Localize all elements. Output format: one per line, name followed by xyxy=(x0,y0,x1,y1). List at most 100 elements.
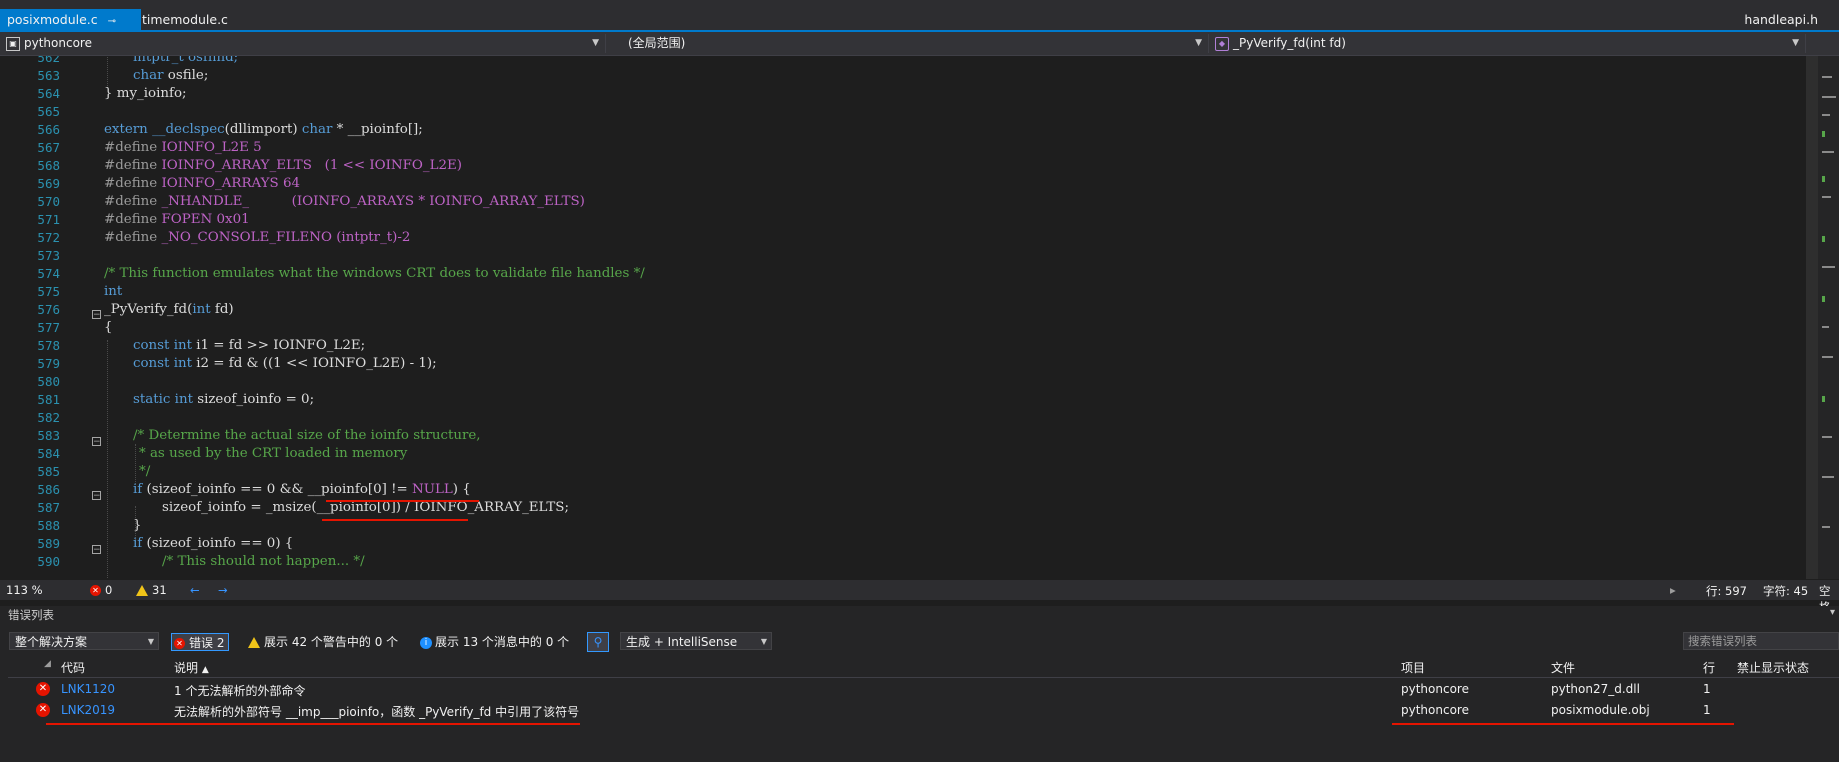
errors-filter-label: 错误 2 xyxy=(189,636,225,650)
errors-filter-button[interactable]: ✕ 错误 2 xyxy=(171,633,230,651)
navigate-forward-icon[interactable]: → xyxy=(218,583,228,597)
minimap-line xyxy=(1822,196,1831,198)
code-token: /* Determine the actual size of the ioin… xyxy=(133,428,481,443)
code-token: #define xyxy=(104,212,158,227)
messages-filter-label: 展示 13 个消息中的 0 个 xyxy=(435,635,570,649)
code-line-572: #define _NO_CONSOLE_FILENO (intptr_t)-2 xyxy=(104,230,410,245)
build-filter-dropdown[interactable]: 生成 + IntelliSense ▼ xyxy=(620,632,772,650)
code-token: __declspec xyxy=(152,122,225,137)
error-code[interactable]: LNK2019 xyxy=(61,703,115,717)
minimap-line xyxy=(1822,266,1835,268)
tab-posixmodule[interactable]: posixmodule.c ⊸ ✕ xyxy=(0,9,141,50)
fold-collapse-icon[interactable]: − xyxy=(92,545,101,555)
minimap-line xyxy=(1822,96,1836,98)
error-icon: ✕ xyxy=(36,703,50,717)
line-number: 590 xyxy=(37,554,60,569)
code-token: { xyxy=(104,320,113,335)
line-number: 579 xyxy=(37,356,60,371)
column-header-file[interactable]: 文件 xyxy=(1551,659,1575,676)
warning-count-value: 31 xyxy=(152,583,167,597)
code-token: /* This function emulates what the windo… xyxy=(104,266,645,281)
line-number: 562 xyxy=(37,56,60,65)
column-header-line[interactable]: 行 xyxy=(1703,659,1715,676)
fold-collapse-icon[interactable]: − xyxy=(92,437,101,447)
code-token: */ xyxy=(139,464,151,479)
minimap-line xyxy=(1822,114,1830,116)
code-token: (IOINFO_ARRAYS * IOINFO_ARRAY_ELTS) xyxy=(291,194,585,209)
function-icon: ◆ xyxy=(1215,36,1229,51)
error-code[interactable]: LNK1120 xyxy=(61,682,115,696)
line-number: 568 xyxy=(37,158,60,173)
code-token: (dllimport) xyxy=(224,122,298,137)
code-editor[interactable]: 562 563 564 565 566 567 568 569 570 571 572 573 574 5… xyxy=(0,56,1839,579)
panel-menu-icon[interactable]: ▾ xyxy=(1830,607,1835,618)
fold-collapse-icon[interactable]: − xyxy=(92,310,101,320)
minimap-line xyxy=(1822,436,1832,438)
minimap-line xyxy=(1822,476,1834,478)
minimap-marker xyxy=(1822,296,1825,302)
code-token: char xyxy=(133,68,164,83)
error-icon: ✕ xyxy=(174,638,185,649)
error-icon: ✕ xyxy=(90,585,101,596)
chevron-down-icon: ▼ xyxy=(760,637,767,646)
search-error-list-input[interactable]: 搜索错误列表 xyxy=(1683,632,1839,650)
scope-dropdown[interactable]: (全局范围) ▼ xyxy=(606,34,1209,53)
error-project: pythoncore xyxy=(1401,682,1469,696)
line-number: 581 xyxy=(37,392,60,407)
code-token: const int xyxy=(133,338,192,353)
code-token: int xyxy=(104,284,123,299)
warning-icon xyxy=(248,637,260,648)
code-line-579: const int i2 = fd & ((1 << IOINFO_L2E) -… xyxy=(133,356,437,371)
code-line-584: * as used by the CRT loaded in memory xyxy=(139,446,407,461)
error-count[interactable]: ✕ 0 xyxy=(90,583,112,597)
warnings-filter-label: 展示 42 个警告中的 0 个 xyxy=(264,635,399,649)
messages-filter-button[interactable]: i 展示 13 个消息中的 0 个 xyxy=(420,633,569,651)
error-file: posixmodule.obj xyxy=(1551,703,1650,717)
error-line: 1 xyxy=(1703,682,1711,696)
code-line-586: if (sizeof_ioinfo == 0 && __pioinfo[0] !… xyxy=(133,482,471,497)
column-header-description[interactable]: 说明 ▲ xyxy=(174,659,209,676)
code-line-588: } xyxy=(133,518,142,533)
code-token: extern xyxy=(104,122,148,137)
warnings-filter-button[interactable]: 展示 42 个警告中的 0 个 xyxy=(248,633,398,651)
code-line-563: char osfile; xyxy=(133,68,208,83)
line-number: 570 xyxy=(37,194,60,209)
code-token: #define xyxy=(104,140,158,155)
scroll-right-icon[interactable]: ▸ xyxy=(1670,583,1676,597)
annotation-underline xyxy=(322,519,468,521)
error-description: 无法解析的外部符号 __imp___pioinfo，函数 _PyVerify_f… xyxy=(174,705,580,719)
chevron-down-icon: ▼ xyxy=(1195,38,1202,48)
code-token: i1 = fd >> IOINFO_L2E; xyxy=(191,338,366,353)
char-indicator: 字符: 45 xyxy=(1763,584,1809,598)
chevron-down-icon: ▼ xyxy=(592,38,599,48)
sort-corner-icon[interactable]: ◢ xyxy=(44,659,51,669)
zoom-level[interactable]: 113 % xyxy=(6,583,43,597)
code-token: _PyVerify_fd xyxy=(104,302,188,317)
warning-icon xyxy=(136,585,148,596)
tab-timemodule[interactable]: timemodule.c xyxy=(135,9,235,30)
member-dropdown[interactable]: ◆ _PyVerify_fd(int fd) ▼ xyxy=(1209,34,1806,53)
tab-label: handleapi.h xyxy=(1744,12,1818,27)
code-token: } xyxy=(133,518,142,533)
column-header-suppression[interactable]: 禁止显示状态 xyxy=(1737,659,1809,676)
error-file: python27_d.dll xyxy=(1551,682,1640,696)
project-dropdown[interactable]: ▣ pythoncore ▼ xyxy=(0,34,606,53)
navigate-back-icon[interactable]: ← xyxy=(190,583,200,597)
error-description: 1 个无法解析的外部命令 xyxy=(174,684,306,698)
editor-vertical-scrollbar[interactable] xyxy=(1806,56,1818,579)
editor-minimap[interactable] xyxy=(1818,56,1839,579)
scope-filter-dropdown[interactable]: 整个解决方案 ▼ xyxy=(9,632,159,650)
line-indicator: 行: 597 xyxy=(1706,584,1747,598)
code-token: * __pioinfo[]; xyxy=(332,122,423,137)
line-number: 587 xyxy=(37,500,60,515)
warning-count[interactable]: 31 xyxy=(136,583,167,597)
tab-handleapi[interactable]: handleapi.h xyxy=(1737,9,1825,30)
fold-collapse-icon[interactable]: − xyxy=(92,491,101,501)
code-line-571: #define FOPEN 0x01 xyxy=(104,212,250,227)
column-header-code[interactable]: 代码 xyxy=(61,659,85,676)
column-header-project[interactable]: 项目 xyxy=(1401,659,1425,676)
filter-icon[interactable]: ⚲ xyxy=(587,632,609,652)
header-divider xyxy=(8,677,1839,678)
pin-icon[interactable]: ⊸ xyxy=(108,11,116,32)
code-line-577: { xyxy=(104,320,113,335)
